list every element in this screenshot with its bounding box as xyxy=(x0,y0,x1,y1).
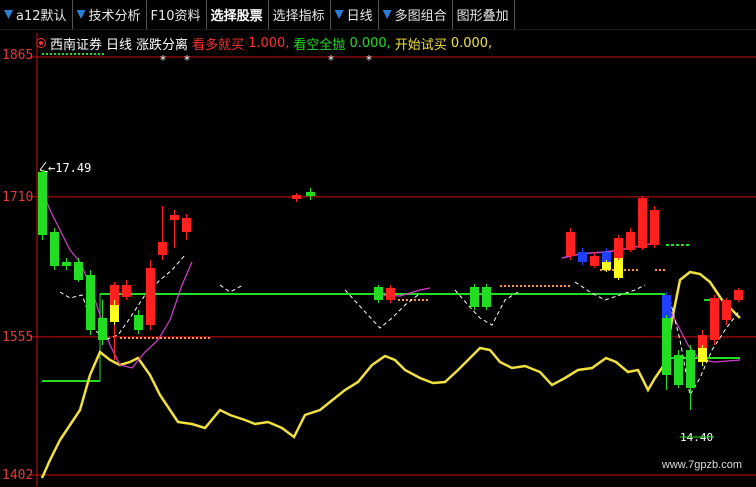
header-star-marker: * xyxy=(328,53,334,67)
candle-33 xyxy=(686,350,695,388)
y-tick-label-1865: 1865 xyxy=(2,48,34,63)
candle-11 xyxy=(158,242,167,255)
candle-38 xyxy=(734,290,743,300)
header-star-marker: * xyxy=(184,53,190,67)
white-dashed-line-4 xyxy=(574,281,646,301)
candle-19 xyxy=(482,287,491,307)
y-tick-label-1402: 1402 xyxy=(2,468,34,483)
watermark: www.7gpzb.com xyxy=(661,459,742,471)
candle-8 xyxy=(122,285,131,297)
high-arrow-icon xyxy=(39,161,49,173)
candle-36 xyxy=(710,298,719,340)
candle-4 xyxy=(86,275,95,330)
candle-35 xyxy=(698,348,707,362)
candle-27 xyxy=(626,232,635,250)
y-tick-label-1555: 1555 xyxy=(2,330,34,345)
high-price-annotation: ←17.49 xyxy=(48,161,91,175)
magenta-ma-line xyxy=(41,189,193,369)
candle-12 xyxy=(170,215,179,220)
candle-0 xyxy=(38,172,47,235)
candle-14 xyxy=(292,195,301,199)
candle-13 xyxy=(182,218,191,232)
white-dashed-line-1 xyxy=(219,284,244,293)
price-chart[interactable]: * * * *←17.4914.40 xyxy=(0,0,756,487)
candle-16 xyxy=(374,287,383,300)
candle-17 xyxy=(386,288,395,300)
candle-2 xyxy=(62,262,71,266)
candle-18 xyxy=(470,287,479,307)
candle-9 xyxy=(134,315,143,330)
candle-5 xyxy=(98,318,107,340)
candle-21 xyxy=(578,252,587,262)
candle-32 xyxy=(674,355,683,385)
header-star-marker: * xyxy=(160,53,166,67)
y-tick-label-1710: 1710 xyxy=(2,190,34,205)
header-star-marker: * xyxy=(366,53,372,67)
candle-25 xyxy=(614,258,623,278)
candle-1 xyxy=(50,232,59,266)
candle-24 xyxy=(602,262,611,270)
candle-10 xyxy=(146,268,155,325)
candle-26 xyxy=(614,238,623,258)
candle-31 xyxy=(662,318,671,375)
candle-22 xyxy=(590,256,599,266)
candle-3 xyxy=(74,262,83,280)
candle-29 xyxy=(650,210,659,245)
candle-20 xyxy=(566,232,575,256)
candle-28 xyxy=(638,198,647,248)
candle-37 xyxy=(722,300,731,320)
candle-15 xyxy=(306,192,315,196)
candle-7 xyxy=(110,305,119,322)
